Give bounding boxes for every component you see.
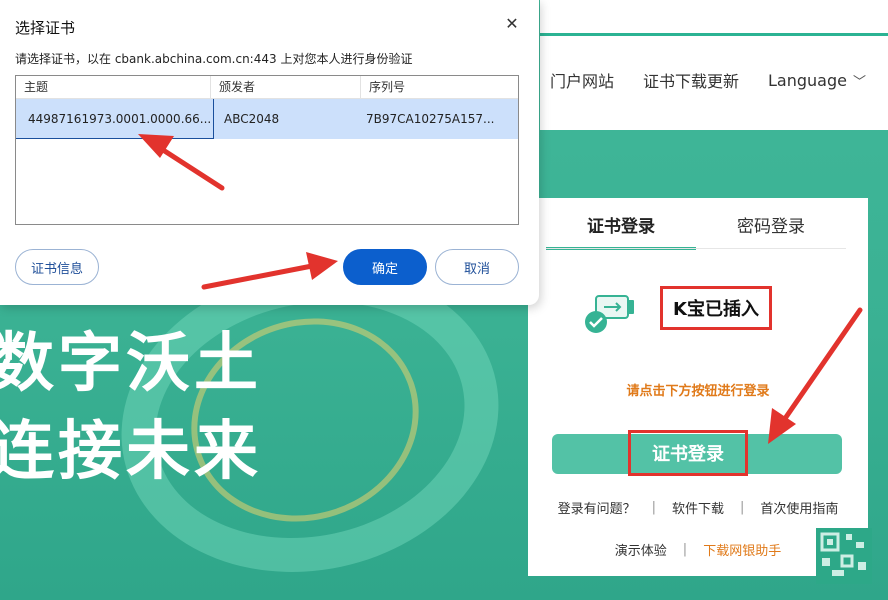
cell-serial: 7B97CA10275A157...: [366, 112, 495, 126]
demo-link[interactable]: 演示体验: [615, 540, 667, 559]
table-header: 主题 颁发者 序列号: [16, 76, 518, 99]
login-hint: 请点击下方按钮进行登录: [626, 384, 770, 399]
help-links-row-1: 登录有问题？ | 软件下载 | 首次使用指南: [528, 498, 868, 517]
tabs-divider: [546, 248, 846, 249]
language-label: Language: [768, 70, 847, 90]
cert-login-button-label[interactable]: 证书登录: [628, 430, 748, 476]
nav-portal-link[interactable]: 门户网站: [550, 68, 614, 92]
dialog-title: 选择证书: [15, 19, 76, 37]
tab-cert-login[interactable]: 证书登录: [546, 212, 696, 250]
nav-cert-download-link[interactable]: 证书下载更新: [643, 68, 739, 92]
download-assistant-link[interactable]: 下载网银助手: [703, 540, 781, 559]
dialog-description: 请选择证书，以在 cbank.abchina.com.cn:443 上对您本人进…: [15, 52, 413, 66]
separator: |: [651, 500, 656, 515]
column-header-issuer[interactable]: 颁发者: [211, 76, 361, 98]
column-header-subject[interactable]: 主题: [16, 76, 211, 98]
close-icon[interactable]: ✕: [500, 12, 524, 36]
nav-language-dropdown[interactable]: Language ﹀: [768, 71, 866, 90]
slogan-line-2: 连接未来: [0, 415, 262, 489]
tab-password-login[interactable]: 密码登录: [696, 212, 846, 250]
separator: |: [682, 542, 688, 557]
login-card: 证书登录 密码登录 K宝已插入 请点击下方按钮进行登录 证书登录 登录有问题？ …: [528, 198, 868, 576]
separator: |: [740, 500, 745, 515]
cell-subject: 44987161973.0001.0000.66...: [16, 99, 214, 139]
cert-info-button[interactable]: 证书信息: [15, 249, 99, 285]
table-row[interactable]: 44987161973.0001.0000.66... ABC2048 7B97…: [16, 99, 518, 139]
qr-code-corner[interactable]: [816, 528, 872, 584]
cell-issuer: ABC2048: [224, 112, 280, 126]
site-header: 门户网站 证书下载更新 Language ﹀: [540, 0, 888, 130]
software-download-link[interactable]: 软件下载: [672, 498, 724, 517]
top-nav: 门户网站 证书下载更新 Language ﹀: [540, 66, 888, 94]
header-accent-line: [540, 33, 888, 36]
column-header-serial[interactable]: 序列号: [361, 76, 518, 98]
certificate-table: 主题 颁发者 序列号 44987161973.0001.0000.66... A…: [15, 75, 519, 225]
ok-button[interactable]: 确定: [343, 249, 427, 285]
chevron-down-icon: ﹀: [852, 74, 866, 90]
login-problem-link[interactable]: 登录有问题？: [558, 498, 636, 517]
login-tabs: 证书登录 密码登录: [546, 212, 846, 250]
kbao-status-label: K宝已插入: [660, 286, 772, 330]
usb-key-icon: [585, 295, 634, 333]
first-use-guide-link[interactable]: 首次使用指南: [760, 498, 838, 517]
select-certificate-dialog: 选择证书 ✕ 请选择证书，以在 cbank.abchina.com.cn:443…: [0, 0, 539, 305]
qr-pattern-icon: [820, 532, 866, 576]
cancel-button[interactable]: 取消: [435, 249, 519, 285]
slogan-line-1: 数字沃土: [0, 327, 262, 401]
